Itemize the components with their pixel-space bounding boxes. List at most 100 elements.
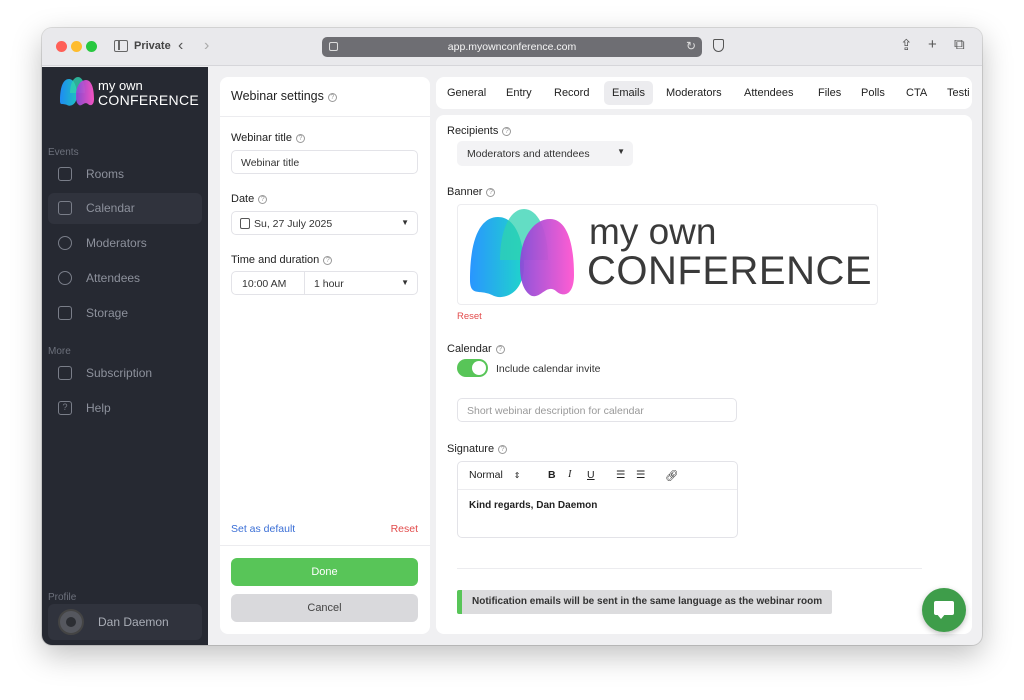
text-format-select[interactable]: Normal ⇕ xyxy=(469,469,520,481)
moderator-user-icon xyxy=(58,236,72,250)
banner-reset-link[interactable]: Reset xyxy=(457,311,482,322)
recipients-label-text: Recipients xyxy=(447,125,499,137)
webinar-title-input[interactable]: Webinar title xyxy=(231,150,418,174)
recipients-label: Recipients? xyxy=(447,125,512,137)
bullet-list-icon[interactable]: ☰ xyxy=(636,469,645,481)
sidebar-item-help[interactable]: ? Help xyxy=(48,393,202,424)
tab-general[interactable]: General xyxy=(439,81,494,105)
sidebar-item-subscription[interactable]: Subscription xyxy=(48,358,202,389)
recipients-value: Moderators and attendees xyxy=(467,148,590,160)
calendar-description-input[interactable]: Short webinar description for calendar xyxy=(457,398,737,422)
chat-support-icon[interactable] xyxy=(922,588,966,632)
help-icon[interactable]: ? xyxy=(258,195,268,204)
tab-testimonials[interactable]: Testi xyxy=(939,81,972,105)
sidebar-item-label: Attendees xyxy=(86,271,141,285)
cancel-button[interactable]: Cancel xyxy=(231,594,418,622)
recipients-select[interactable]: Moderators and attendees ▼ xyxy=(457,141,633,166)
underline-icon[interactable]: U xyxy=(587,469,595,481)
tab-cta[interactable]: CTA xyxy=(898,81,935,105)
include-calendar-label: Include calendar invite xyxy=(496,363,601,375)
calendar-icon xyxy=(240,218,250,229)
signature-text[interactable]: Kind regards, Dan Daemon xyxy=(469,500,597,511)
signature-label-text: Signature xyxy=(447,443,495,455)
profile-card[interactable]: Dan Daemon xyxy=(48,604,202,640)
sidebar-item-attendees[interactable]: Attendees xyxy=(48,263,202,294)
emails-settings-content: Recipients? Moderators and attendees ▼ B… xyxy=(436,115,972,634)
date-value: Su, 27 July 2025 xyxy=(254,218,333,230)
editor-toolbar: Normal ⇕ B I U ☰ ☰ 🔗︎ xyxy=(458,462,737,490)
tab-emails[interactable]: Emails xyxy=(604,81,654,105)
sidebar-item-rooms[interactable]: Rooms xyxy=(48,159,202,190)
divider xyxy=(457,568,922,569)
app-logo[interactable]: my own CONFERENCE xyxy=(58,75,200,111)
tab-entry[interactable]: Entry xyxy=(498,81,540,105)
events-section-label: Events xyxy=(48,147,79,158)
banner-label: Banner? xyxy=(447,186,496,198)
signature-label: Signature? xyxy=(447,443,508,455)
sidebar-item-label: Subscription xyxy=(86,366,153,380)
tab-overview-icon[interactable]: ⧉ xyxy=(954,36,965,53)
webinar-title-label-text: Webinar title xyxy=(231,132,292,144)
time-duration-field: 10:00 AM 1 hour ▼ xyxy=(231,271,418,295)
link-icon[interactable]: 🔗︎ xyxy=(665,469,678,482)
banner-label-text: Banner xyxy=(447,186,483,198)
sidebar-item-label: Rooms xyxy=(86,167,125,181)
close-window-button[interactable] xyxy=(56,41,67,52)
avatar xyxy=(58,609,84,635)
address-bar[interactable]: app.myownconference.com ↻ xyxy=(322,37,702,57)
include-calendar-toggle[interactable] xyxy=(457,359,488,377)
logo-mark-icon xyxy=(60,77,94,106)
chevron-down-icon: ▼ xyxy=(401,218,409,227)
profile-name: Dan Daemon xyxy=(98,615,169,629)
sidebar-item-storage[interactable]: Storage xyxy=(48,298,202,329)
credit-card-icon xyxy=(58,366,72,380)
tab-attendees[interactable]: Attendees xyxy=(736,81,802,105)
tab-files[interactable]: Files xyxy=(810,81,849,105)
sidebar-toggle-icon[interactable] xyxy=(114,40,128,52)
sidebar-item-label: Calendar xyxy=(86,201,135,215)
zoom-window-button[interactable] xyxy=(86,41,97,52)
italic-icon[interactable]: I xyxy=(568,469,572,480)
private-label: Private xyxy=(134,40,171,52)
help-icon[interactable]: ? xyxy=(502,127,512,136)
done-button[interactable]: Done xyxy=(231,558,418,586)
settings-reset-link[interactable]: Reset xyxy=(391,523,418,535)
tab-polls[interactable]: Polls xyxy=(853,81,893,105)
date-picker[interactable]: Su, 27 July 2025 ▼ xyxy=(231,211,418,235)
help-icon[interactable]: ? xyxy=(486,188,496,197)
minimize-window-button[interactable] xyxy=(71,41,82,52)
new-tab-icon[interactable]: + xyxy=(928,36,937,53)
duration-select[interactable]: 1 hour xyxy=(314,278,344,290)
divider xyxy=(220,545,430,546)
tab-record[interactable]: Record xyxy=(546,81,597,105)
bold-icon[interactable]: B xyxy=(548,469,556,481)
help-icon[interactable]: ? xyxy=(295,134,305,143)
calendar-description-placeholder: Short webinar description for calendar xyxy=(467,405,644,417)
calendar-label: Calendar? xyxy=(447,343,505,355)
help-icon[interactable]: ? xyxy=(327,93,337,102)
chevron-down-icon: ▼ xyxy=(401,278,409,287)
privacy-shield-icon[interactable] xyxy=(713,39,724,52)
sidebar-item-moderators[interactable]: Moderators xyxy=(48,228,202,259)
folder-icon xyxy=(58,306,72,320)
signature-editor[interactable]: Normal ⇕ B I U ☰ ☰ 🔗︎ Kind regards, Dan … xyxy=(457,461,738,538)
sidebar-item-calendar[interactable]: Calendar xyxy=(48,193,202,224)
more-section-label: More xyxy=(48,346,71,357)
help-icon[interactable]: ? xyxy=(495,345,505,354)
banner-image[interactable]: my own CONFERENCE xyxy=(457,204,878,305)
profile-section-label: Profile xyxy=(48,592,77,603)
banner-logo-mark-icon xyxy=(470,209,574,298)
back-arrow-icon[interactable]: ‹ xyxy=(178,37,183,55)
calendar-icon xyxy=(58,201,72,215)
help-icon[interactable]: ? xyxy=(323,256,333,265)
reload-icon[interactable]: ↻ xyxy=(686,39,696,53)
settings-title: Webinar settings? xyxy=(231,89,337,103)
share-icon[interactable]: ⇪ xyxy=(900,36,913,54)
ordered-list-icon[interactable]: ☰ xyxy=(616,469,625,481)
set-as-default-link[interactable]: Set as default xyxy=(231,523,295,535)
forward-arrow-icon[interactable]: › xyxy=(204,37,209,55)
tab-moderators[interactable]: Moderators xyxy=(658,81,730,105)
time-input[interactable]: 10:00 AM xyxy=(242,278,286,290)
logo-text-line2: CONFERENCE xyxy=(98,92,200,108)
help-icon[interactable]: ? xyxy=(498,445,508,454)
